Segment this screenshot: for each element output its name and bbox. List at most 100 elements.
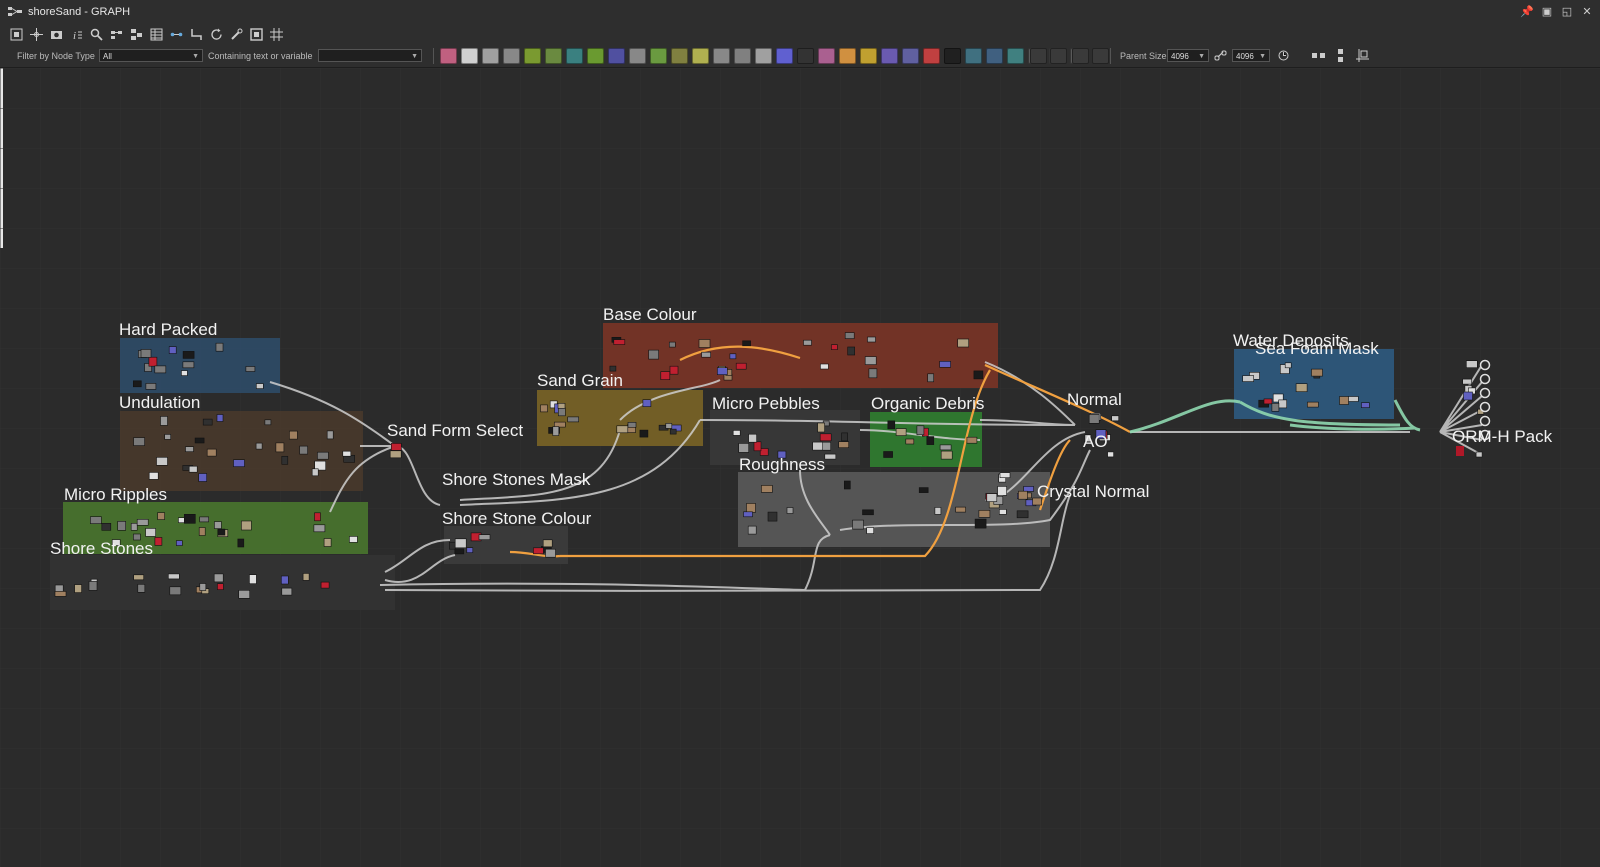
pin-icon[interactable]	[1092, 48, 1109, 64]
center-view-icon[interactable]	[28, 26, 45, 43]
graph-node[interactable]	[1463, 391, 1473, 401]
graph-node[interactable]	[478, 534, 491, 541]
frame-sand-grain[interactable]	[537, 390, 703, 446]
graph-node[interactable]	[1016, 510, 1029, 519]
graph-node[interactable]	[867, 336, 876, 343]
graph-node[interactable]	[194, 437, 205, 444]
histogram-icon[interactable]	[734, 48, 751, 64]
graph-node[interactable]	[918, 487, 929, 493]
graph-node[interactable]	[275, 442, 285, 453]
graph-node[interactable]	[732, 430, 741, 436]
frame-shore-stones[interactable]	[50, 555, 395, 610]
channel-icon[interactable]	[839, 48, 856, 64]
graph-node[interactable]	[317, 451, 329, 460]
containing-text-input[interactable]: ▼	[318, 49, 422, 62]
graph-node[interactable]	[939, 444, 952, 451]
frame-label-ao[interactable]: AO	[1083, 432, 1108, 451]
graph-node[interactable]	[157, 512, 165, 520]
graph-node[interactable]	[957, 338, 970, 348]
graph-settings-icon[interactable]	[1072, 48, 1089, 64]
graph-node[interactable]	[289, 430, 298, 440]
link-size-icon[interactable]	[1212, 47, 1229, 64]
graph-node[interactable]	[389, 450, 402, 459]
graph-node[interactable]	[314, 512, 321, 522]
fx-icon[interactable]	[755, 48, 772, 64]
graph-node[interactable]	[215, 342, 224, 352]
frame-label-shore-stone-colour[interactable]: Shore Stone Colour	[442, 509, 592, 528]
graph-node[interactable]	[214, 521, 222, 529]
graph-node[interactable]	[164, 434, 171, 440]
graph-node[interactable]	[237, 538, 245, 548]
graph-node[interactable]	[74, 584, 82, 593]
graph-node[interactable]	[844, 332, 855, 339]
frame-label-sand-form-select[interactable]: Sand Form Select	[387, 421, 523, 440]
graph-node[interactable]	[934, 507, 942, 515]
graph-node[interactable]	[199, 583, 207, 591]
mask-icon[interactable]	[713, 48, 730, 64]
ao-node-icon[interactable]	[986, 48, 1003, 64]
blur-icon[interactable]	[482, 48, 499, 64]
graph-node[interactable]	[761, 485, 773, 493]
graph-node[interactable]	[117, 520, 126, 531]
warp-icon[interactable]	[608, 48, 625, 64]
graph-node[interactable]	[54, 591, 67, 597]
preview-icon[interactable]	[248, 26, 265, 43]
graph-node[interactable]	[349, 536, 358, 543]
pin-icon[interactable]: 📌	[1520, 4, 1534, 18]
graph-node[interactable]	[320, 581, 330, 589]
graph-node[interactable]	[1111, 415, 1119, 422]
screenshot-icon[interactable]	[48, 26, 65, 43]
graph-node[interactable]	[940, 450, 953, 460]
graph-node[interactable]	[454, 538, 467, 549]
info-icon[interactable]: i	[68, 26, 85, 43]
layout-icon[interactable]	[128, 26, 145, 43]
switch-icon[interactable]	[503, 48, 520, 64]
parent-size-height-select[interactable]: 4096 ▼	[1232, 49, 1270, 62]
graph-node[interactable]	[743, 511, 753, 518]
grid-icon[interactable]	[268, 26, 285, 43]
graph-node[interactable]	[1271, 402, 1280, 412]
output-port-icon[interactable]	[1479, 373, 1491, 385]
graph-node[interactable]	[302, 573, 310, 581]
output-port-icon[interactable]	[1479, 415, 1491, 427]
graph-node[interactable]	[1018, 490, 1028, 500]
graph-node[interactable]	[182, 351, 195, 359]
graph-node[interactable]	[390, 443, 402, 451]
graph-node[interactable]	[130, 522, 138, 531]
tile-icon[interactable]	[629, 48, 646, 64]
graph-node[interactable]	[883, 451, 893, 458]
graph-node[interactable]	[669, 428, 677, 435]
frame-label-shore-stones[interactable]: Shore Stones	[50, 539, 153, 558]
graph-node[interactable]	[133, 437, 145, 446]
graph-node[interactable]	[716, 367, 728, 376]
graph-node[interactable]	[145, 383, 157, 390]
comment-bubble-icon[interactable]	[1030, 48, 1047, 64]
graph-node[interactable]	[1339, 396, 1349, 405]
graph-node[interactable]	[202, 418, 213, 426]
graph-node[interactable]	[916, 425, 925, 436]
graph-node[interactable]	[198, 527, 206, 536]
frame-water-deposits[interactable]	[1234, 349, 1394, 419]
graph-node[interactable]	[817, 422, 825, 433]
levels-icon[interactable]	[587, 48, 604, 64]
refresh-icon[interactable]	[208, 26, 225, 43]
graph-node[interactable]	[887, 420, 896, 430]
parent-size-width-select[interactable]: 4096 ▼	[1167, 49, 1209, 62]
graph-node[interactable]	[168, 573, 180, 580]
graph-node[interactable]	[1311, 368, 1323, 377]
curve-icon[interactable]	[524, 48, 541, 64]
graph-node[interactable]	[1475, 451, 1483, 458]
graph-node[interactable]	[927, 373, 935, 383]
fill-icon[interactable]	[902, 48, 919, 64]
frame-label-organic-debris[interactable]: Organic Debris	[871, 394, 984, 413]
graph-node[interactable]	[812, 441, 824, 451]
transform-icon[interactable]	[566, 48, 583, 64]
graph-node[interactable]	[133, 380, 142, 388]
graph-node[interactable]	[241, 520, 252, 531]
pattern-icon[interactable]	[818, 48, 835, 64]
graph-node[interactable]	[185, 446, 194, 453]
graph-node[interactable]	[1263, 398, 1273, 405]
graph-node[interactable]	[660, 371, 671, 381]
graph-node[interactable]	[313, 524, 326, 533]
vertical-icon[interactable]	[1332, 47, 1349, 64]
